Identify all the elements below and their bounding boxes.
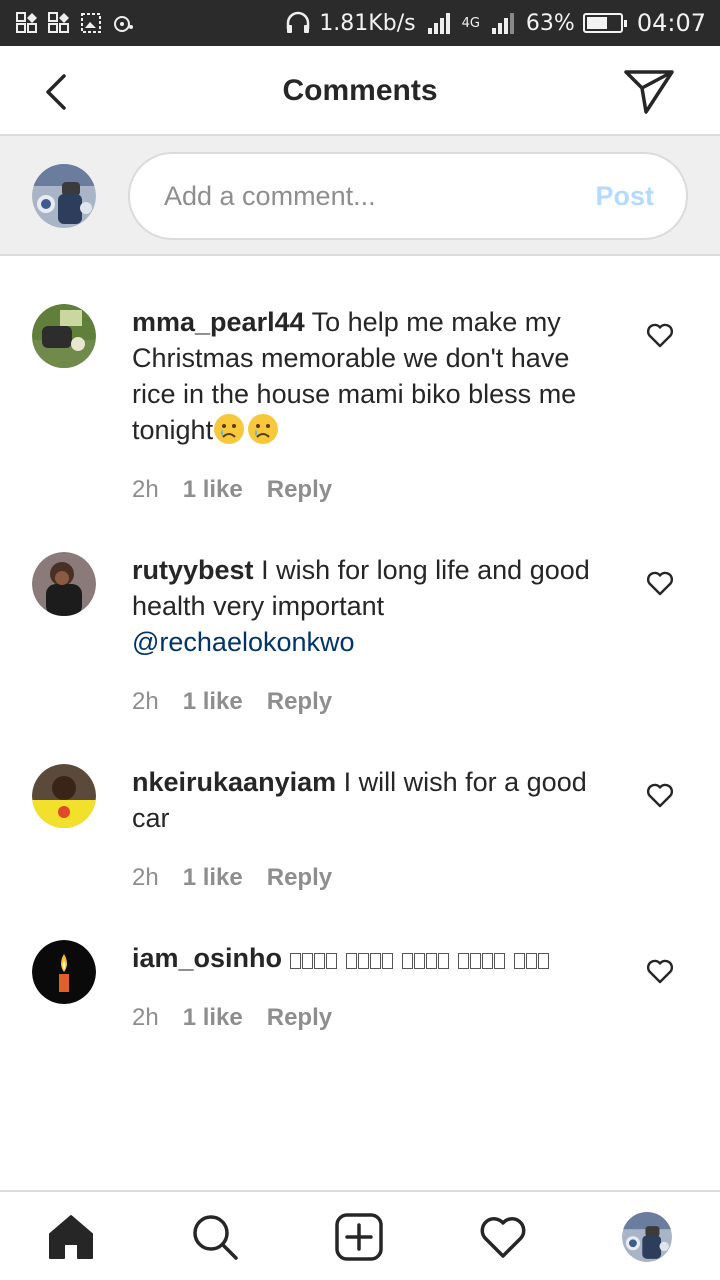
- reply-button[interactable]: Reply: [267, 476, 332, 504]
- network-type: 4G: [461, 15, 480, 31]
- clock: 04:07: [636, 9, 706, 37]
- avatar[interactable]: [32, 304, 96, 368]
- heart-like-icon[interactable]: [646, 958, 674, 984]
- battery-percent: 63%: [525, 10, 575, 36]
- home-icon[interactable]: [46, 1212, 96, 1262]
- comment-time: 2h: [132, 864, 159, 891]
- comment-meta: 2h 1 like Reply: [132, 476, 332, 504]
- mention-link[interactable]: @rechaelokonkwo: [132, 627, 355, 657]
- like-count[interactable]: 1 like: [183, 476, 243, 504]
- comment-input[interactable]: [162, 179, 596, 213]
- activity-heart-icon[interactable]: [478, 1212, 528, 1262]
- like-count[interactable]: 1 like: [183, 688, 243, 716]
- direct-send-icon[interactable]: [622, 66, 676, 116]
- avatar[interactable]: [32, 940, 96, 1004]
- like-count[interactable]: 1 like: [183, 864, 243, 892]
- reply-button[interactable]: Reply: [267, 1004, 332, 1032]
- reply-button[interactable]: Reply: [267, 864, 332, 892]
- new-post-icon[interactable]: [334, 1212, 384, 1262]
- signal-icon: [427, 13, 450, 34]
- comment-username[interactable]: rutyybest: [132, 555, 254, 585]
- heart-like-icon[interactable]: [646, 570, 674, 596]
- status-bar: 1.81Kb/s 4G 63% 04:07: [0, 0, 720, 46]
- comment-text: rutyybest I wish for long life and good …: [132, 552, 612, 660]
- battery-level: [586, 17, 607, 29]
- comment-text: mma_pearl44 To help me make my Christmas…: [132, 304, 612, 448]
- like-count[interactable]: 1 like: [183, 1004, 243, 1032]
- headphones-icon: [287, 11, 310, 33]
- post-button[interactable]: Post: [595, 181, 654, 212]
- gallery-icon: [81, 13, 101, 33]
- comment-username[interactable]: iam_osinho: [132, 943, 282, 973]
- comment-text: iam_osinho: [132, 940, 612, 976]
- avatar: [32, 164, 96, 228]
- battery-icon: [582, 13, 627, 33]
- crying-face-emoji: [213, 414, 281, 445]
- comment-username[interactable]: nkeirukaanyiam: [132, 767, 336, 797]
- comment-time: 2h: [132, 476, 159, 503]
- signal-icon-2: [491, 13, 514, 34]
- comment-time: 2h: [132, 688, 159, 715]
- comment-time: 2h: [132, 1004, 159, 1031]
- unsupported-emoji-glyphs: [289, 943, 550, 973]
- network-speed: 1.81Kb/s: [319, 10, 416, 36]
- profile-avatar[interactable]: [622, 1212, 672, 1262]
- search-icon[interactable]: [190, 1212, 240, 1262]
- comment-meta: 2h 1 like Reply: [132, 688, 332, 716]
- comment-username[interactable]: mma_pearl44: [132, 307, 305, 337]
- page-title: Comments: [282, 74, 438, 107]
- heart-like-icon[interactable]: [646, 322, 674, 348]
- heart-like-icon[interactable]: [646, 782, 674, 808]
- avatar[interactable]: [32, 764, 96, 828]
- comment-input-pill[interactable]: Post: [128, 152, 688, 240]
- media-icon: [114, 16, 133, 32]
- bottom-nav: [0, 1190, 720, 1280]
- notification-icon: [48, 12, 69, 33]
- notification-icon: [16, 12, 37, 33]
- comment-meta: 2h 1 like Reply: [132, 1004, 332, 1032]
- comment-composer: Post: [0, 136, 720, 256]
- comment-meta: 2h 1 like Reply: [132, 864, 332, 892]
- reply-button[interactable]: Reply: [267, 688, 332, 716]
- header-bar: Comments: [0, 46, 720, 136]
- avatar[interactable]: [32, 552, 96, 616]
- comment-text: nkeirukaanyiam I will wish for a good ca…: [132, 764, 612, 836]
